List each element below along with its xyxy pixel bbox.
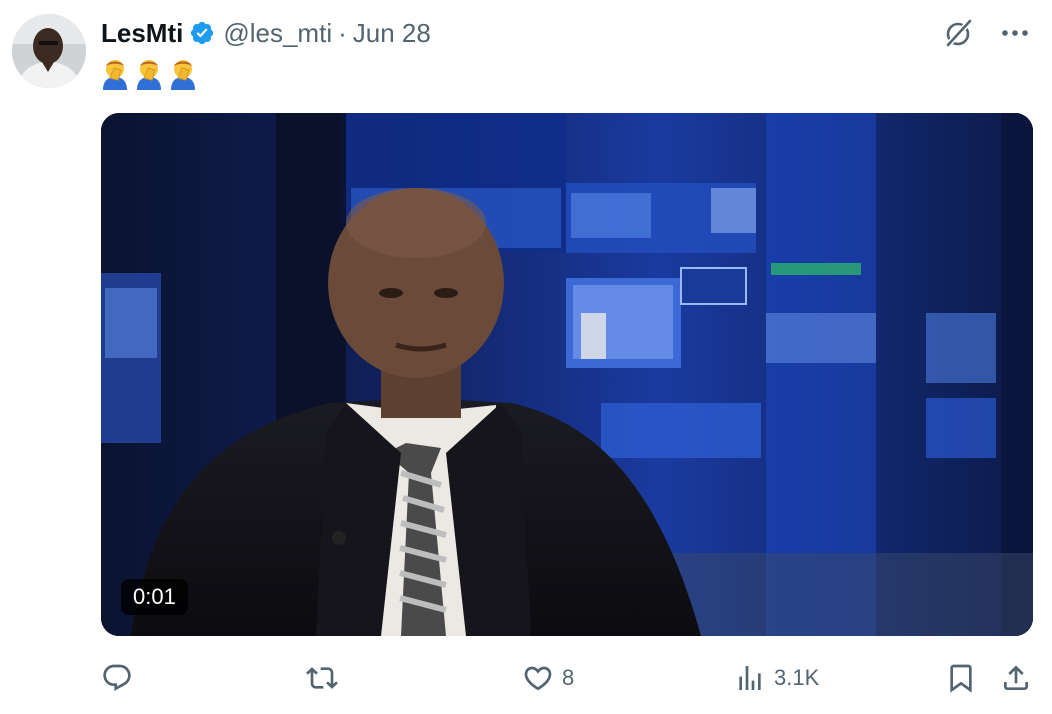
tweet-top-actions xyxy=(942,16,1032,50)
more-options-icon[interactable] xyxy=(998,16,1032,50)
separator-dot: · xyxy=(338,17,347,48)
avatar[interactable] xyxy=(12,14,86,88)
share-icon xyxy=(1004,665,1028,690)
video-duration-badge: 0:01 xyxy=(121,579,188,615)
man-facepalming-icon xyxy=(171,60,195,90)
bookmark-icon xyxy=(950,664,972,693)
man-facepalming-icon xyxy=(103,60,127,90)
video-player[interactable]: 0:01 xyxy=(101,113,1033,636)
like-count: 8 xyxy=(562,665,575,690)
grok-icon[interactable] xyxy=(942,16,976,50)
reply-icon xyxy=(103,664,131,691)
like-button[interactable]: 8 xyxy=(522,656,574,700)
views-count: 3.1K xyxy=(774,665,820,690)
retweet-icon xyxy=(306,667,338,689)
verified-badge-icon xyxy=(189,20,215,46)
heart-icon xyxy=(524,666,552,691)
man-facepalming-icon xyxy=(137,60,161,90)
avatar-image xyxy=(12,14,86,88)
author-handle[interactable]: @les_mti xyxy=(223,18,332,49)
views-chart-icon xyxy=(739,666,761,690)
reply-button[interactable] xyxy=(101,656,141,700)
views-button[interactable]: 3.1K xyxy=(734,656,819,700)
bookmark-button[interactable] xyxy=(945,656,977,700)
tweet-text: 🤦‍♂️🤦‍♂️🤦‍♂️ xyxy=(101,58,197,90)
share-button[interactable] xyxy=(1000,656,1032,700)
tweet-header: LesMti @les_mti · Jun 28 xyxy=(101,16,431,50)
tweet-date[interactable]: Jun 28 xyxy=(353,18,431,49)
tweet-action-bar: 8 3.1K xyxy=(101,656,1037,700)
retweet-button[interactable] xyxy=(306,656,346,700)
author-name[interactable]: LesMti xyxy=(101,18,183,49)
video-thumbnail xyxy=(101,113,1033,636)
